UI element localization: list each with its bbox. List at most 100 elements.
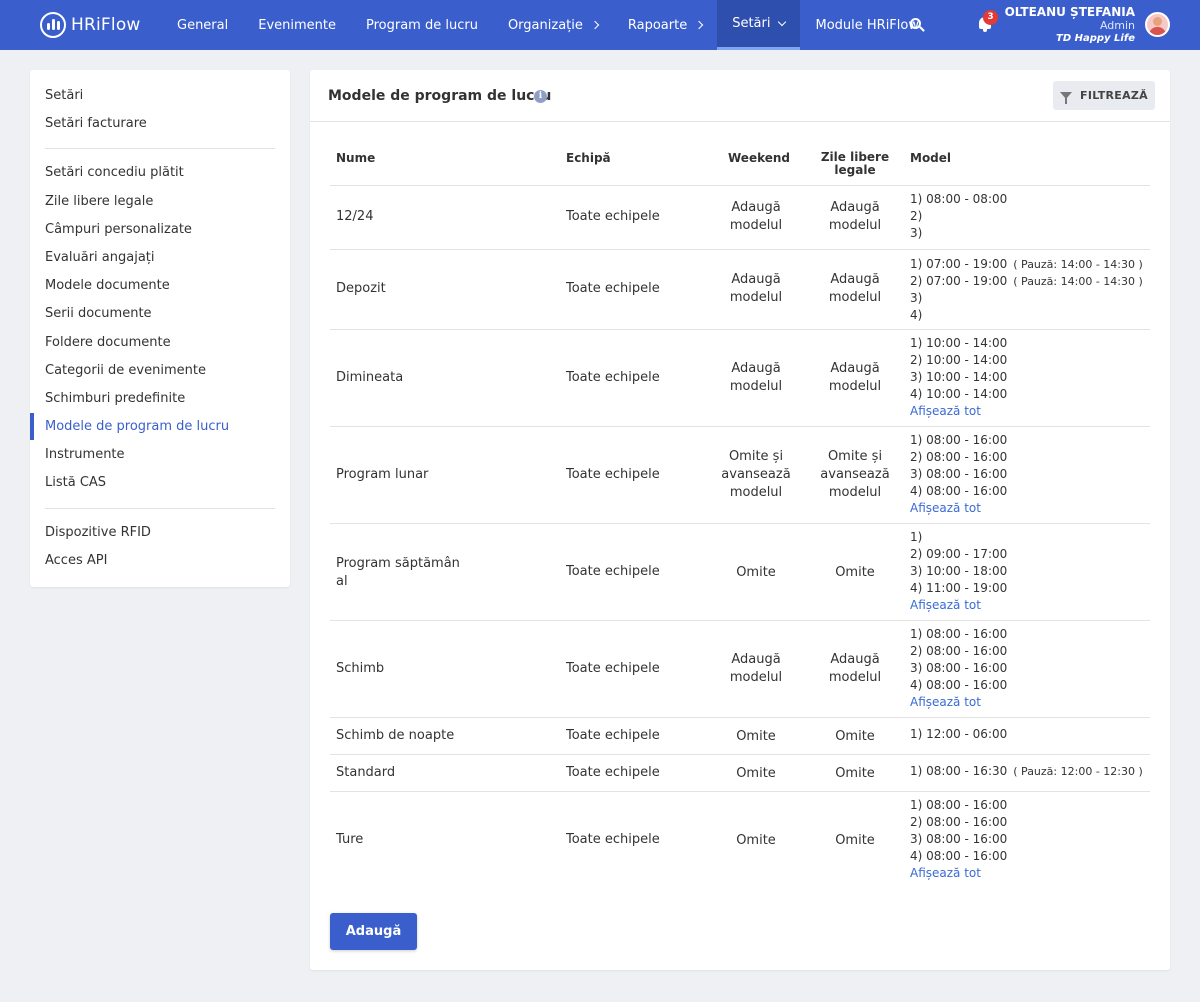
column-header-weekend[interactable]: Weekend [728, 151, 790, 165]
model-line: 1) 08:00 - 16:00 [910, 627, 1008, 641]
row-name[interactable]: Depozit [336, 281, 386, 296]
model-pause: ( Pauză: 12:00 - 12:30 ) [1013, 765, 1143, 778]
row-name[interactable]: Schimb [336, 661, 384, 676]
row-holidays: Omite [835, 729, 875, 744]
cell-line: modelul [729, 485, 783, 500]
logo-icon [40, 12, 66, 38]
row-name[interactable]: Program lunar [336, 467, 428, 482]
column-header-team[interactable]: Echipă [566, 151, 611, 165]
column-header-name[interactable]: Nume [336, 151, 375, 165]
nav-evenimente[interactable]: Evenimente [243, 0, 351, 50]
main-card: Modele de program de lucru i FILTREAZĂ N… [310, 70, 1170, 970]
info-icon[interactable]: i [534, 90, 547, 103]
show-all-link[interactable]: Afișează tot [910, 597, 1007, 614]
column-header-holidays[interactable]: Zile libere legale [810, 151, 900, 177]
cell-line: Adaugă [830, 200, 880, 215]
search-icon[interactable] [910, 18, 921, 29]
sidebar-item-foldere-documente[interactable]: Foldere documente [45, 335, 171, 350]
cell-line: Adaugă [830, 652, 880, 667]
sidebar-item-serii-documente[interactable]: Serii documente [45, 306, 152, 321]
row-model: 1) 10:00 - 14:00 2) 10:00 - 14:00 3) 10:… [910, 335, 1007, 420]
user-company: TD Happy Life [1056, 32, 1135, 44]
row-weekend: Adaugă modelul [710, 360, 802, 396]
cell-line: modelul [729, 670, 783, 685]
row-model: 1) 08:00 - 16:00 2) 08:00 - 16:00 3) 08:… [910, 432, 1007, 517]
cell-line: Adaugă [731, 361, 781, 376]
row-name[interactable]: 12/24 [336, 209, 373, 224]
sidebar-item-categorii-evenimente[interactable]: Categorii de evenimente [45, 363, 206, 378]
row-weekend: Omite [736, 565, 776, 580]
sidebar-item-evaluari-angajati[interactable]: Evaluări angajați [45, 250, 155, 265]
row-name[interactable]: Dimineata [336, 370, 403, 385]
filter-button[interactable]: FILTREAZĂ [1053, 81, 1155, 110]
row-weekend: Omite [736, 766, 776, 781]
row-divider [330, 791, 1150, 792]
sidebar-item-zile-libere-legale[interactable]: Zile libere legale [45, 194, 153, 209]
nav-program-de-lucru[interactable]: Program de lucru [351, 0, 493, 50]
cell-line: Adaugă [731, 652, 781, 667]
row-holidays: Adaugă modelul [810, 651, 900, 687]
show-all-link[interactable]: Afișează tot [910, 694, 1007, 711]
chevron-down-icon [778, 17, 787, 26]
nav-general[interactable]: General [162, 0, 243, 50]
model-line: 2) 09:00 - 17:00 [910, 547, 1008, 561]
model-line: 1) 08:00 - 16:30 ( Pauză: 12:00 - 12:30 ) [910, 763, 1143, 780]
row-weekend: Adaugă modelul [710, 651, 802, 687]
row-divider [330, 523, 1150, 524]
sidebar-item-dispozitive-rfid[interactable]: Dispozitive RFID [45, 525, 151, 540]
sidebar-item-concediu-platit[interactable]: Setări concediu plătit [45, 165, 184, 180]
nav-setari[interactable]: Setări [717, 0, 801, 50]
avatar[interactable] [1145, 12, 1170, 37]
filter-icon [1060, 92, 1072, 104]
model-line: 2) 07:00 - 19:00 ( Pauză: 14:00 - 14:30 ) [910, 273, 1143, 290]
show-all-link[interactable]: Afișează tot [910, 403, 1007, 420]
notification-badge[interactable]: 3 [983, 10, 998, 25]
nav-label: Evenimente [258, 17, 336, 33]
sidebar-active-indicator [30, 413, 34, 440]
column-header-model[interactable]: Model [910, 151, 951, 165]
row-model: 1) 12:00 - 06:00 [910, 726, 1007, 743]
sidebar-item-schimburi-predefinite[interactable]: Schimburi predefinite [45, 391, 185, 406]
row-name[interactable]: Ture [336, 832, 363, 847]
sidebar-item-lista-cas[interactable]: Listă CAS [45, 475, 106, 490]
page-title: Modele de program de lucru [328, 88, 552, 104]
model-line: 1) 07:00 - 19:00 ( Pauză: 14:00 - 14:30 ) [910, 256, 1143, 273]
row-model: 1) 07:00 - 19:00 ( Pauză: 14:00 - 14:30 )… [910, 256, 1143, 324]
model-line: 4) 11:00 - 19:00 [910, 581, 1008, 595]
model-line: 4) 08:00 - 16:00 [910, 849, 1008, 863]
nav-rapoarte[interactable]: Rapoarte [613, 0, 717, 50]
main-header: Modele de program de lucru i FILTREAZĂ [310, 70, 1170, 122]
nav-organizatie[interactable]: Organizație [493, 0, 613, 50]
model-line: 2) 08:00 - 16:00 [910, 644, 1008, 658]
sidebar-item-setari-facturare[interactable]: Setări facturare [45, 116, 147, 131]
sidebar-item-instrumente[interactable]: Instrumente [45, 447, 125, 462]
app-logo[interactable]: HRiFlow [40, 11, 141, 39]
row-weekend: Omite [736, 833, 776, 848]
sidebar-divider [45, 508, 275, 509]
row-name[interactable]: Program săptămân al [336, 555, 460, 591]
cell-line: Program săptămân [336, 556, 460, 571]
nav-label: Organizație [507, 17, 583, 33]
show-all-link[interactable]: Afișează tot [910, 865, 1007, 882]
sidebar-item-modele-documente[interactable]: Modele documente [45, 278, 170, 293]
row-name[interactable]: Standard [336, 765, 395, 780]
sidebar-item-setari[interactable]: Setări [45, 88, 83, 103]
row-team: Toate echipele [566, 564, 660, 579]
cell-line: modelul [828, 290, 882, 305]
sidebar-item-acces-api[interactable]: Acces API [45, 553, 107, 568]
row-name[interactable]: Schimb de noapte [336, 728, 454, 743]
row-team: Toate echipele [566, 832, 660, 847]
row-divider [330, 717, 1150, 718]
sidebar-item-campuri-personalizate[interactable]: Câmpuri personalizate [45, 222, 192, 237]
add-button[interactable]: Adaugă [330, 913, 417, 950]
row-team: Toate echipele [566, 467, 660, 482]
cell-line: modelul [729, 290, 783, 305]
row-model: 1) 08:00 - 16:00 2) 08:00 - 16:00 3) 08:… [910, 797, 1007, 882]
row-team: Toate echipele [566, 765, 660, 780]
user-info[interactable]: OLTEANU ȘTEFANIA Admin TD Happy Life [1005, 5, 1135, 45]
sidebar-item-modele-program[interactable]: Modele de program de lucru [45, 419, 229, 434]
show-all-link[interactable]: Afișează tot [910, 500, 1007, 517]
row-model: 1) 08:00 - 16:00 2) 08:00 - 16:00 3) 08:… [910, 626, 1007, 711]
main-nav: General Evenimente Program de lucru Orga… [162, 0, 934, 50]
model-line: 3) 08:00 - 16:00 [910, 467, 1008, 481]
